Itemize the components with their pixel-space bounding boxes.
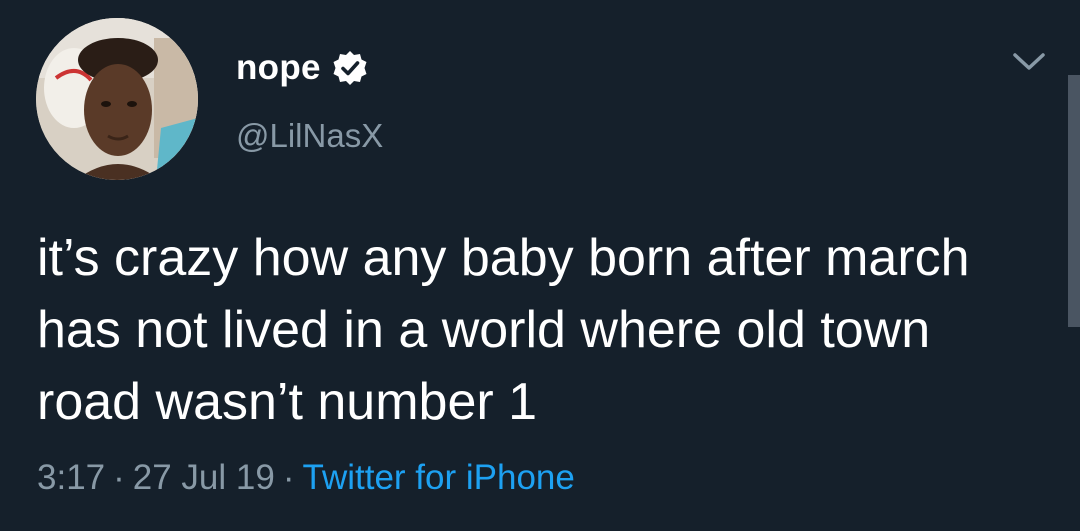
scrollbar[interactable] [1068,75,1080,327]
meta-separator: · [282,458,295,497]
meta-separator: · [113,458,125,497]
avatar-image [36,18,198,180]
chevron-down-icon[interactable] [1012,50,1046,74]
tweet-card: nope @LilNasX it’s crazy how any baby bo… [0,0,1080,531]
tweet-meta: 3:17 · 27 Jul 19 · Twitter for iPhone [37,458,575,498]
user-name-row: nope [236,44,369,92]
tweet-text: it’s crazy how any baby born after march… [37,229,970,431]
verified-badge-icon [331,49,369,87]
display-name[interactable]: nope [236,48,321,88]
tweet-source-link[interactable]: Twitter for iPhone [303,458,575,497]
user-handle[interactable]: @LilNasX [236,117,383,155]
tweet-date: 27 Jul 19 [132,458,275,497]
avatar[interactable] [36,18,198,180]
tweet-time: 3:17 [37,458,106,497]
